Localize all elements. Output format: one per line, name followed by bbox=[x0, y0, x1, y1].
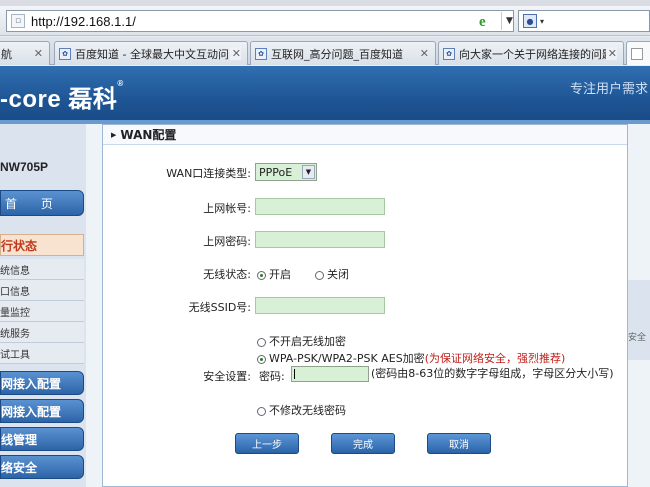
baidu-favicon-icon: ✿ bbox=[255, 47, 267, 60]
right-strip-text: 安全 bbox=[628, 280, 650, 360]
radio-unchecked-icon[interactable] bbox=[315, 270, 324, 280]
panel-title-text: WAN配置 bbox=[120, 128, 177, 142]
tab-3[interactable]: ✿ 互联网_高分问题_百度知道 ✕ bbox=[250, 41, 436, 65]
chevron-down-icon[interactable]: ▾ bbox=[540, 17, 544, 26]
security-option-none-label: 不开启无线加密 bbox=[269, 335, 346, 348]
sidebar-home-button[interactable]: 首 页 bbox=[0, 190, 84, 216]
tab-label: 百度知道 - 全球最大中文互动问 bbox=[75, 47, 229, 61]
tab-4[interactable]: ✿ 向大家一个关于网络连接的问题! ✕ bbox=[438, 41, 624, 65]
ssid-label: 无线SSID号: bbox=[188, 301, 251, 314]
url-input[interactable]: ▫ http://192.168.1.1/ e ▼ bbox=[6, 10, 514, 32]
wan-type-select[interactable]: PPPoE ▼ bbox=[255, 163, 317, 181]
close-icon[interactable]: ✕ bbox=[605, 47, 617, 60]
wan-type-label: WAN口连接类型: bbox=[166, 167, 251, 180]
sidebar-item-security[interactable]: 络安全 bbox=[0, 455, 84, 479]
url-text: http://192.168.1.1/ bbox=[31, 13, 136, 29]
sidebar-item-lan-config[interactable]: 网接入配置 bbox=[0, 399, 84, 423]
wan-type-value: PPPoE bbox=[259, 165, 293, 179]
sidebar-item-wan-config[interactable]: 网接入配置 bbox=[0, 371, 84, 395]
sidebar-item-system-info[interactable]: 统信息 bbox=[0, 259, 84, 280]
password-hint: (密码由8-63位的数字字母组成，字母区分大小写) bbox=[371, 367, 614, 380]
security-option-wpa[interactable]: WPA-PSK/WPA2-PSK AES加密(为保证网络安全，强烈推荐) bbox=[257, 350, 565, 366]
search-input[interactable]: ● ▾ bbox=[518, 10, 650, 32]
sidebar-item-test-tools[interactable]: 试工具 bbox=[0, 343, 84, 364]
security-option-wpa-label: WPA-PSK/WPA2-PSK AES加密 bbox=[269, 352, 425, 365]
radio-unchecked-icon[interactable] bbox=[257, 406, 266, 416]
sidebar-section-status[interactable]: 行状态 bbox=[0, 234, 84, 256]
tab-1[interactable]: 航 ✕ bbox=[0, 41, 50, 65]
tab-label: 互联网_高分问题_百度知道 bbox=[271, 47, 403, 61]
finish-button[interactable]: 完成 bbox=[331, 433, 395, 454]
close-icon[interactable]: ✕ bbox=[34, 47, 43, 60]
wan-config-panel: ▶ WAN配置 WAN口连接类型: PPPoE ▼ 上网帐号: 上网密码: 无线… bbox=[102, 124, 628, 487]
account-label: 上网帐号: bbox=[203, 202, 251, 215]
tab-label: 向大家一个关于网络连接的问题! bbox=[459, 47, 618, 61]
page-favicon-icon bbox=[631, 47, 643, 60]
sidebar-item-wireless[interactable]: 线管理 bbox=[0, 427, 84, 451]
security-option-none[interactable]: 不开启无线加密 bbox=[257, 333, 346, 349]
wireless-off-label: 关闭 bbox=[327, 268, 349, 281]
sidebar-item-traffic-monitor[interactable]: 量监控 bbox=[0, 301, 84, 322]
address-bar: ▫ http://192.168.1.1/ e ▼ ● ▾ bbox=[0, 6, 650, 36]
previous-step-button[interactable]: 上一步 bbox=[235, 433, 299, 454]
baidu-favicon-icon: ✿ bbox=[59, 47, 71, 60]
sidebar: NW705P 首 页 行状态 统信息 口信息 量监控 统服务 试工具 网接入配置… bbox=[0, 124, 86, 487]
wireless-off-radio[interactable]: 关闭 bbox=[315, 266, 349, 282]
password-label: 上网密码: bbox=[203, 235, 251, 248]
sidebar-item-system-services[interactable]: 统服务 bbox=[0, 322, 84, 343]
header-slogan: 专注用户需求 bbox=[569, 82, 648, 97]
tab-bar: 航 ✕ ✿ 百度知道 - 全球最大中文互动问 ✕ ✿ 互联网_高分问题_百度知道… bbox=[0, 37, 650, 65]
security-label: 安全设置: bbox=[203, 370, 251, 383]
security-option-keep[interactable]: 不修改无线密码 bbox=[257, 402, 346, 418]
chevron-down-icon[interactable]: ▼ bbox=[302, 165, 315, 179]
security-recommend-note: (为保证网络安全，强烈推荐) bbox=[424, 352, 566, 365]
triangle-right-icon: ▶ bbox=[111, 130, 117, 139]
brand-logo: -core 磊科® bbox=[0, 79, 124, 113]
tab-5-active[interactable] bbox=[626, 41, 650, 65]
url-dropdown-button[interactable]: ▼ bbox=[501, 12, 517, 30]
wireless-password-input[interactable] bbox=[291, 366, 369, 382]
wireless-on-radio[interactable]: 开启 bbox=[257, 266, 291, 282]
security-option-keep-label: 不修改无线密码 bbox=[269, 404, 346, 417]
wireless-state-label: 无线状态: bbox=[203, 268, 251, 281]
wireless-on-label: 开启 bbox=[269, 268, 291, 281]
page-icon: ▫ bbox=[11, 14, 25, 28]
panel-title: ▶ WAN配置 bbox=[103, 125, 627, 145]
radio-unchecked-icon[interactable] bbox=[257, 337, 266, 347]
sidebar-item-port-info[interactable]: 口信息 bbox=[0, 280, 84, 301]
password-input[interactable] bbox=[255, 231, 385, 248]
account-input[interactable] bbox=[255, 198, 385, 215]
wireless-password-label: 密码: bbox=[259, 370, 285, 383]
close-icon[interactable]: ✕ bbox=[420, 47, 429, 60]
search-engine-icon[interactable]: ● bbox=[523, 14, 537, 28]
device-model: NW705P bbox=[0, 160, 49, 174]
ssid-input[interactable] bbox=[255, 297, 385, 314]
radio-checked-icon[interactable] bbox=[257, 270, 266, 280]
router-header: -core 磊科® 专注用户需求 bbox=[0, 66, 650, 122]
radio-checked-icon[interactable] bbox=[257, 354, 266, 364]
tab-2[interactable]: ✿ 百度知道 - 全球最大中文互动问 ✕ bbox=[54, 41, 248, 65]
close-icon[interactable]: ✕ bbox=[229, 47, 241, 60]
tab-label: 航 bbox=[1, 47, 12, 61]
baidu-favicon-icon: ✿ bbox=[443, 47, 455, 60]
cancel-button[interactable]: 取消 bbox=[427, 433, 491, 454]
ie-compat-icon[interactable]: e bbox=[479, 14, 486, 31]
